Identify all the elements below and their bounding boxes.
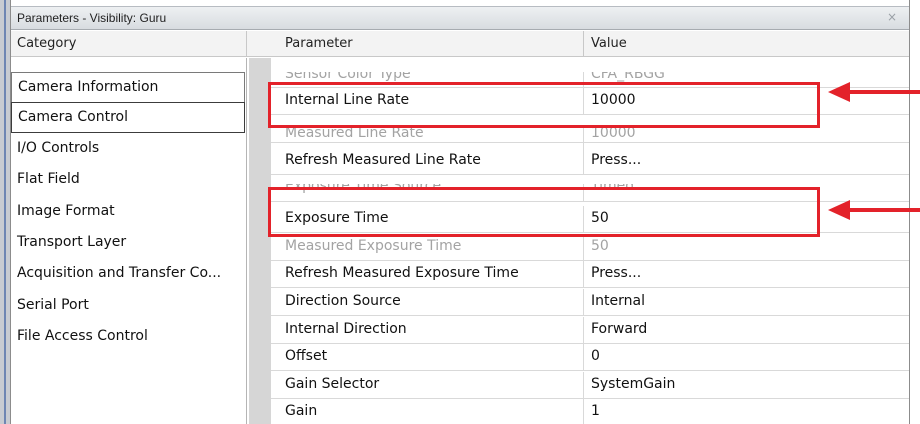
value-column-header[interactable]: Value <box>591 36 627 51</box>
category-column-header[interactable]: Category <box>17 36 76 51</box>
column-header-row: Category Parameter Value <box>11 31 909 57</box>
column-divider[interactable] <box>583 31 584 57</box>
category-item-flat-field[interactable]: Flat Field <box>11 165 245 196</box>
window-left-edge <box>0 0 10 424</box>
category-list: Camera Information Camera Control I/O Co… <box>11 58 247 424</box>
param-row-direction-source[interactable]: Direction Source Internal <box>271 289 909 316</box>
param-value-press-button[interactable]: Press... <box>591 265 641 281</box>
cell-divider <box>583 289 584 316</box>
cell-divider <box>583 317 584 344</box>
param-value-internal-direction[interactable]: Forward <box>591 321 647 337</box>
param-value-gain-selector[interactable]: SystemGain <box>591 376 675 392</box>
category-item-image-format[interactable]: Image Format <box>11 197 245 228</box>
param-name: Direction Source <box>285 293 401 309</box>
param-row-offset[interactable]: Offset 0 <box>271 344 909 371</box>
param-row-gain[interactable]: Gain 1 <box>271 399 909 424</box>
param-name: Offset <box>285 348 328 364</box>
param-value-gain[interactable]: 1 <box>591 403 600 419</box>
param-value: CFA_RBGG <box>591 72 665 82</box>
window-title: Parameters - Visibility: Guru <box>17 11 167 25</box>
title-bar: Parameters - Visibility: Guru × <box>11 6 909 30</box>
param-row-internal-direction[interactable]: Internal Direction Forward <box>271 317 909 344</box>
param-row-refresh-measured-line-rate[interactable]: Refresh Measured Line Rate Press... <box>271 148 909 175</box>
cell-divider <box>583 148 584 175</box>
cell-divider <box>583 372 584 399</box>
category-item-camera-control[interactable]: Camera Control <box>11 102 245 133</box>
edge-line <box>4 0 6 424</box>
annotation-arrow-shaft <box>850 90 920 94</box>
param-name: Gain Selector <box>285 376 380 392</box>
category-item-file-access-control[interactable]: File Access Control <box>11 322 245 353</box>
category-item-io-controls[interactable]: I/O Controls <box>11 134 245 165</box>
cell-divider <box>583 261 584 288</box>
cell-divider <box>583 344 584 371</box>
arrow-left-icon <box>828 200 850 220</box>
category-item-transport-layer[interactable]: Transport Layer <box>11 228 245 259</box>
annotation-arrow-shaft <box>850 208 920 212</box>
param-value: 50 <box>591 238 609 254</box>
param-name: Gain <box>285 403 318 419</box>
highlight-box-internal-line-rate <box>268 82 820 128</box>
category-item-camera-information[interactable]: Camera Information <box>11 72 245 103</box>
param-row-measured-exposure-time[interactable]: Measured Exposure Time 50 <box>271 234 909 261</box>
param-name: Refresh Measured Exposure Time <box>285 265 519 281</box>
arrow-left-icon <box>828 82 850 102</box>
param-value-offset[interactable]: 0 <box>591 348 600 364</box>
param-row-refresh-measured-exposure-time[interactable]: Refresh Measured Exposure Time Press... <box>271 261 909 288</box>
category-item-acquisition-transfer[interactable]: Acquisition and Transfer Co... <box>11 259 245 290</box>
cell-divider <box>583 399 584 424</box>
parameter-column-header[interactable]: Parameter <box>285 36 353 51</box>
param-name: Internal Direction <box>285 321 407 337</box>
param-name: Refresh Measured Line Rate <box>285 152 481 168</box>
param-name: Sensor Color Type <box>285 72 411 82</box>
category-item-serial-port[interactable]: Serial Port <box>11 291 245 322</box>
cell-divider <box>583 234 584 261</box>
close-icon[interactable]: × <box>887 10 897 24</box>
param-value-direction-source[interactable]: Internal <box>591 293 645 309</box>
param-value-press-button[interactable]: Press... <box>591 152 641 168</box>
column-divider[interactable] <box>246 31 247 57</box>
highlight-box-exposure-time <box>268 187 820 237</box>
param-row-gain-selector[interactable]: Gain Selector SystemGain <box>271 372 909 399</box>
param-name: Measured Exposure Time <box>285 238 462 254</box>
